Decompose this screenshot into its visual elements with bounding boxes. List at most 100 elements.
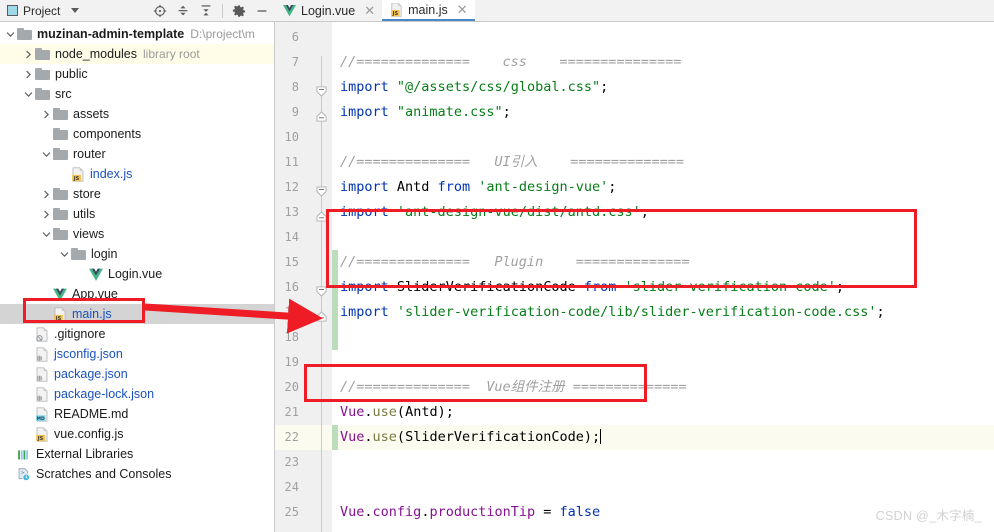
tree-item-src[interactable]: src <box>0 84 274 104</box>
gear-icon[interactable] <box>232 4 246 18</box>
gutter-line-number[interactable]: 12 <box>285 180 299 194</box>
chevron-right-icon[interactable] <box>22 50 35 59</box>
chevron-down-icon[interactable] <box>22 90 35 99</box>
code-line[interactable]: //============== Vue组件注册 ============== <box>340 375 687 400</box>
project-tree[interactable]: muzinan-admin-template D:\project\m node_m… <box>0 22 275 532</box>
chevron-right-icon[interactable] <box>40 210 53 219</box>
gutter-line-number[interactable]: 18 <box>285 330 299 344</box>
tree-item-label: views <box>73 227 105 241</box>
tree-item-store[interactable]: store <box>0 184 274 204</box>
tree-item-gitignore[interactable]: .gitignore <box>0 324 274 344</box>
chevron-down-icon[interactable] <box>71 8 80 13</box>
fold-end-icon[interactable] <box>316 107 327 122</box>
tree-item-vue-config-js[interactable]: JS vue.config.js <box>0 424 274 444</box>
chevron-down-icon[interactable] <box>4 30 17 39</box>
minimize-icon[interactable] <box>255 4 269 18</box>
gutter-line-number[interactable]: 20 <box>285 380 299 394</box>
gutter-line-number[interactable]: 8 <box>292 80 299 94</box>
gutter-line-number[interactable]: 6 <box>292 30 299 44</box>
fold-end-icon[interactable] <box>316 207 327 222</box>
chevron-down-icon[interactable] <box>40 230 53 239</box>
code-token-punct <box>389 179 397 195</box>
svg-text:{}: {} <box>37 356 43 361</box>
tree-item-components[interactable]: components <box>0 124 274 144</box>
tree-item-app-vue[interactable]: App.vue <box>0 284 274 304</box>
gutter-line-number[interactable]: 16 <box>285 280 299 294</box>
chevron-down-icon[interactable] <box>58 250 71 259</box>
gutter-line-number[interactable]: 10 <box>285 130 299 144</box>
code-line[interactable]: import Antd from 'ant-design-vue'; <box>340 175 616 200</box>
locate-target-icon[interactable] <box>153 4 167 18</box>
fold-gutter[interactable] <box>313 22 329 532</box>
tree-item-assets[interactable]: assets <box>0 104 274 124</box>
tab-login-vue[interactable]: Login.vue ✕ <box>275 0 382 21</box>
tree-item-main-js[interactable]: JS main.js <box>0 304 274 324</box>
editor-code-area[interactable]: //============== css =============== impo… <box>332 22 994 532</box>
close-icon[interactable]: ✕ <box>364 4 375 17</box>
fold-end-icon[interactable] <box>316 307 327 322</box>
tree-item-scratches-and-consoles[interactable]: > Scratches and Consoles <box>0 464 274 484</box>
tree-item-external-libraries[interactable]: External Libraries <box>0 444 274 464</box>
project-panel-title[interactable]: Project <box>4 4 80 18</box>
gutter-line-number[interactable]: 11 <box>285 155 299 169</box>
fold-collapse-icon[interactable] <box>316 82 327 97</box>
code-line[interactable]: import 'slider-verification-code/lib/sli… <box>340 300 885 325</box>
code-line[interactable]: //============== css =============== <box>340 50 681 75</box>
code-token-id: Antd <box>396 179 430 195</box>
expand-all-icon[interactable] <box>176 4 190 18</box>
code-line[interactable]: //============== Plugin ============== <box>340 250 690 275</box>
gutter-line-number[interactable]: 9 <box>292 105 299 119</box>
tree-item-views[interactable]: views <box>0 224 274 244</box>
fold-collapse-icon[interactable] <box>316 282 327 297</box>
code-line[interactable]: import SliderVerificationCode from 'slid… <box>340 275 844 300</box>
tab-main-js[interactable]: JS main.js ✕ <box>382 0 475 21</box>
close-icon[interactable]: ✕ <box>457 3 468 16</box>
tree-item-login-vue[interactable]: Login.vue <box>0 264 274 284</box>
code-line[interactable]: import 'ant-design-vue/dist/antd.css'; <box>340 200 649 225</box>
text-caret <box>600 429 602 444</box>
code-line[interactable]: Vue.use(SliderVerificationCode); <box>340 425 602 450</box>
chevron-right-icon[interactable] <box>40 190 53 199</box>
tree-item-node-modules[interactable]: node_modules library root <box>0 44 274 64</box>
tree-item-jsconfig-json[interactable]: {} jsconfig.json <box>0 344 274 364</box>
code-line[interactable]: import "@/assets/css/global.css"; <box>340 75 608 100</box>
code-line[interactable]: //============== UI引入 ============== <box>340 150 684 175</box>
tree-item-router[interactable]: router <box>0 144 274 164</box>
tree-item-package-json[interactable]: {} package.json <box>0 364 274 384</box>
tree-item-readme-md[interactable]: MD README.md <box>0 404 274 424</box>
change-marker-bar <box>332 425 338 450</box>
gutter-line-number[interactable]: 23 <box>285 455 299 469</box>
fold-collapse-icon[interactable] <box>316 182 327 197</box>
code-token-punct <box>389 304 397 320</box>
svg-text:{}: {} <box>37 396 43 401</box>
chevron-right-icon[interactable] <box>22 70 35 79</box>
gutter-line-number[interactable]: 7 <box>292 55 299 69</box>
gutter-line-number[interactable]: 17 <box>285 305 299 319</box>
tree-item-package-lock-json[interactable]: {} package-lock.json <box>0 384 274 404</box>
editor-gutter[interactable]: 6789101112131415161718192021222324252627… <box>275 22 332 532</box>
json-file-icon: {} <box>36 386 48 402</box>
code-line[interactable]: import "animate.css"; <box>340 100 511 125</box>
tree-item-index-js[interactable]: JS index.js <box>0 164 274 184</box>
gutter-line-number[interactable]: 19 <box>285 355 299 369</box>
chevron-down-icon[interactable] <box>40 150 53 159</box>
code-line[interactable]: Vue.config.productionTip = false <box>340 500 600 525</box>
gutter-line-number[interactable]: 25 <box>285 505 299 519</box>
chevron-right-icon[interactable] <box>40 110 53 119</box>
tree-item-login[interactable]: login <box>0 244 274 264</box>
editor-tab-bar: Login.vue ✕ JS main.js ✕ <box>275 0 994 22</box>
gutter-line-number[interactable]: 15 <box>285 255 299 269</box>
gutter-line-number[interactable]: 22 <box>285 430 299 444</box>
code-token-str: 'slider-verification-code/lib/slider-ver… <box>396 304 877 320</box>
collapse-all-icon[interactable] <box>199 4 213 18</box>
tree-item-muzinan-admin-template[interactable]: muzinan-admin-template D:\project\m <box>0 24 274 44</box>
json-file-icon: {} <box>36 346 48 362</box>
tree-item-public[interactable]: public <box>0 64 274 84</box>
gutter-line-number[interactable]: 21 <box>285 405 299 419</box>
gutter-line-number[interactable]: 24 <box>285 480 299 494</box>
tree-item-utils[interactable]: utils <box>0 204 274 224</box>
gutter-line-number[interactable]: 14 <box>285 230 299 244</box>
code-line[interactable]: Vue.use(Antd); <box>340 400 454 425</box>
code-editor[interactable]: 6789101112131415161718192021222324252627… <box>275 22 994 532</box>
gutter-line-number[interactable]: 13 <box>285 205 299 219</box>
